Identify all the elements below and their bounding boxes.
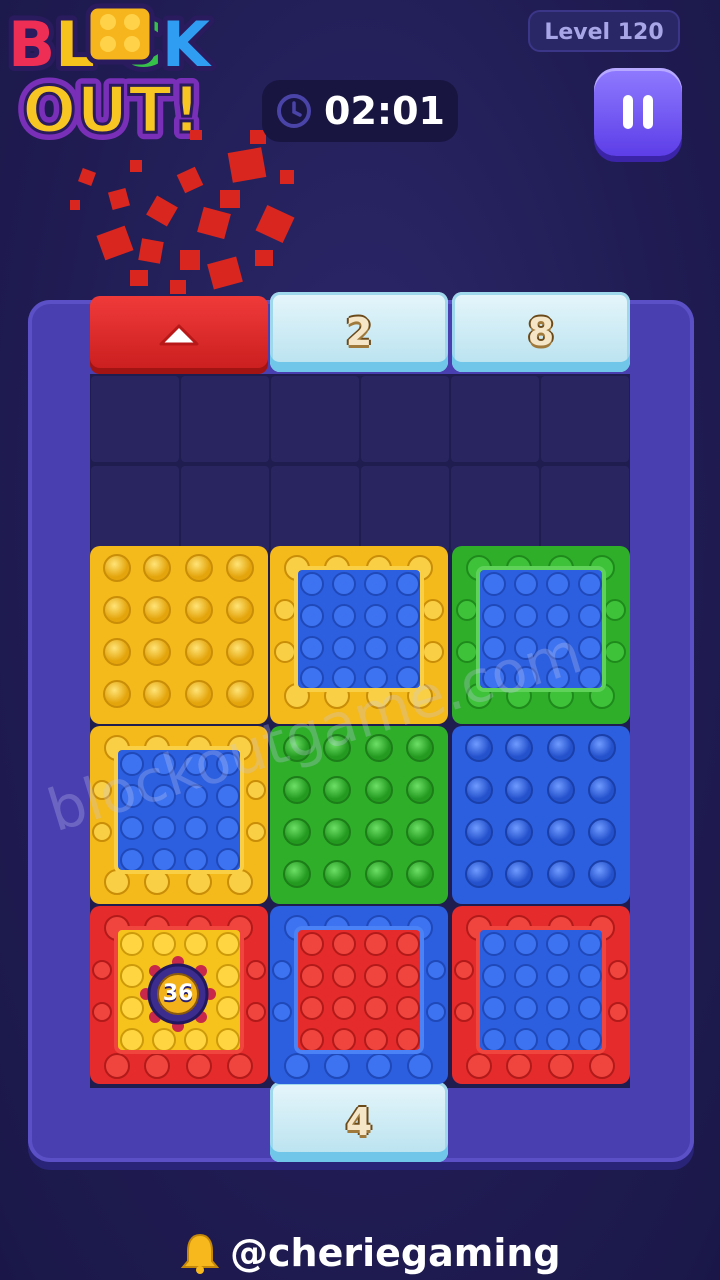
timed-bomb-counter: 36 — [140, 956, 216, 1032]
inner-blue-core — [476, 926, 606, 1054]
inner-red-core — [294, 926, 424, 1054]
block-yellow-solid[interactable] — [90, 546, 268, 724]
creator-handle: @cheriegaming — [180, 1228, 561, 1278]
pause-icon — [618, 95, 658, 129]
ice-gate-top-middle: 2 — [270, 292, 448, 372]
ice-gate-top-right: 8 — [452, 292, 630, 372]
level-indicator: Level 120 — [528, 10, 680, 52]
arrow-up-icon — [159, 324, 199, 346]
lego-studs — [103, 554, 254, 708]
timer: 02:01 — [262, 80, 458, 142]
red-exit-gate — [90, 296, 268, 374]
block-blue-solid[interactable] — [452, 726, 630, 904]
block-red-with-blue-core[interactable] — [452, 906, 630, 1084]
lego-studs — [465, 734, 616, 888]
lego-studs — [300, 932, 420, 1050]
pause-button[interactable] — [594, 68, 682, 156]
block-blue-with-red-core[interactable] — [270, 906, 448, 1084]
lego-studs — [482, 932, 602, 1050]
creator-handle-text: @cheriegaming — [230, 1231, 561, 1275]
clock-icon — [277, 94, 311, 128]
logo-brick — [85, 3, 155, 65]
block-red-with-yellow-core[interactable]: 36 — [90, 906, 268, 1084]
bell-icon — [180, 1233, 220, 1274]
ice-gate-bottom-middle: 4 — [270, 1082, 448, 1162]
timer-value: 02:01 — [324, 89, 445, 133]
bomb-counter-value: 36 — [162, 981, 194, 1006]
ice-gate-count: 2 — [345, 310, 373, 354]
ice-gate-count: 8 — [527, 310, 555, 354]
ice-gate-count: 4 — [345, 1100, 373, 1144]
